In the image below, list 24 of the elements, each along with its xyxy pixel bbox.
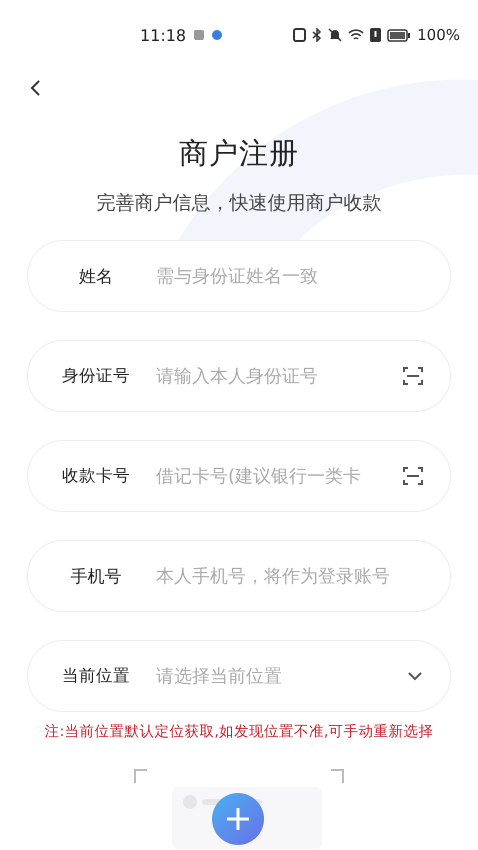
field-label: 收款卡号 — [61, 465, 131, 487]
input-field[interactable]: 本人手机号，将作为登录账号 — [156, 566, 424, 586]
plus-icon[interactable] — [224, 805, 252, 833]
input-field[interactable]: 请选择当前位置 — [156, 666, 406, 686]
battery-percentage: 100% — [417, 26, 460, 44]
field-label: 当前位置 — [61, 665, 131, 687]
input-field[interactable]: 借记卡号(建议银行一类卡 — [156, 466, 402, 486]
back-icon[interactable] — [30, 80, 40, 96]
scan-icon[interactable] — [402, 365, 424, 387]
location-note: 注:当前位置默认定位获取,如发现位置不准,可手动重新选择 — [43, 722, 435, 741]
field-label: 手机号 — [70, 566, 122, 588]
sim-alert-icon — [370, 28, 382, 42]
input-field[interactable]: 请输入本人身份证号 — [156, 366, 402, 386]
input-field[interactable]: 需与身份证姓名一致 — [156, 266, 424, 286]
field-label: 姓名 — [78, 266, 114, 288]
battery-icon — [387, 28, 412, 42]
page-subtitle: 完善商户信息，快速使用商户收款 — [96, 191, 382, 216]
page-title: 商户注册 — [178, 135, 300, 172]
field-label: 身份证号 — [61, 365, 131, 387]
status-time: 11:18 — [140, 26, 186, 44]
bluetooth-icon — [312, 28, 322, 42]
scan-icon[interactable] — [402, 465, 424, 487]
bell-muted-icon — [328, 28, 342, 42]
wifi-icon — [348, 28, 364, 42]
